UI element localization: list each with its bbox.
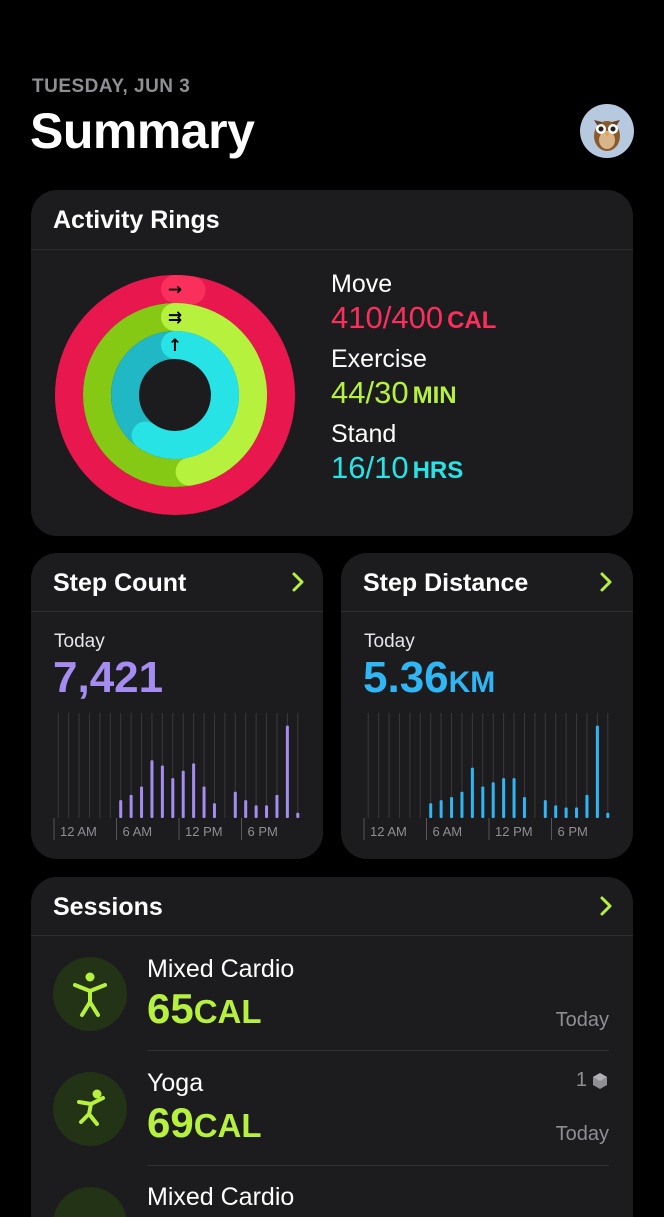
step-count-title: Step Count xyxy=(53,569,187,597)
stand-arrow-icon: ↑ xyxy=(168,336,182,356)
tick-label: 6 AM xyxy=(123,824,153,839)
exercise-label: Exercise xyxy=(331,345,427,373)
bar xyxy=(522,797,526,818)
session-badge: 1 xyxy=(576,1069,609,1092)
exercise-stat: Exercise 44/30 MIN xyxy=(331,345,457,411)
bar xyxy=(202,786,206,818)
bar xyxy=(171,778,175,818)
session-name: Yoga xyxy=(147,1069,204,1097)
step-distance-chart: 12 AM 6 AM 12 PM 6 PM xyxy=(363,713,610,840)
mixed-cardio-icon xyxy=(53,1187,127,1217)
step-distance-period: Today xyxy=(364,631,415,652)
session-name: Mixed Cardio xyxy=(147,955,295,983)
tick-label: 12 AM xyxy=(370,824,407,839)
exercise-arrow-icon: ⇉ xyxy=(168,308,182,328)
bar xyxy=(181,770,185,818)
divider xyxy=(31,611,323,612)
bar xyxy=(470,767,474,818)
bar xyxy=(140,786,144,818)
step-distance-title: Step Distance xyxy=(363,569,529,597)
bar xyxy=(192,763,196,818)
divider xyxy=(147,1050,609,1051)
session-calories: 65CAL xyxy=(147,985,262,1032)
owl-avatar-icon xyxy=(594,120,620,151)
divider xyxy=(147,1165,609,1166)
session-name: Mixed Cardio xyxy=(147,1183,295,1211)
bar xyxy=(119,800,123,818)
chevron-right-icon[interactable] xyxy=(287,571,309,593)
stand-stat: Stand 16/10 HRS xyxy=(331,420,463,486)
tick-label: 12 PM xyxy=(185,824,223,839)
move-arrow-icon: → xyxy=(168,280,182,300)
bar xyxy=(512,778,516,818)
chevron-right-icon[interactable] xyxy=(595,571,617,593)
step-count-value: 7,421 xyxy=(53,653,164,702)
divider xyxy=(31,935,633,936)
bar xyxy=(129,794,133,818)
exercise-value: 44/30 MIN xyxy=(331,375,457,410)
activity-rings-graphic: → ⇉ ↑ xyxy=(55,275,295,515)
bar xyxy=(296,812,300,818)
bar xyxy=(150,760,154,818)
bar xyxy=(275,794,279,818)
tick-label: 6 PM xyxy=(248,824,278,839)
bar xyxy=(543,800,547,818)
divider xyxy=(341,611,633,612)
bar xyxy=(254,805,258,818)
bar xyxy=(595,725,599,818)
activity-rings-card[interactable]: Activity Rings → ⇉ ↑ Move 410/400 CAL Exerc… xyxy=(31,190,633,536)
bar xyxy=(265,805,269,818)
tick-label: 6 AM xyxy=(433,824,463,839)
bar xyxy=(585,794,589,818)
activity-rings-title: Activity Rings xyxy=(53,206,220,234)
bar xyxy=(491,782,495,818)
bar xyxy=(450,797,454,818)
bar xyxy=(564,807,568,818)
session-date: Today xyxy=(555,1009,609,1031)
chevron-right-icon[interactable] xyxy=(595,895,617,917)
sessions-card[interactable]: Sessions Mixed Cardio 65CAL Today Yoga 6… xyxy=(31,877,633,1217)
divider xyxy=(31,249,633,250)
hexagon-badge-icon xyxy=(593,1072,607,1089)
step-count-chart: 12 AM 6 AM 12 PM 6 PM xyxy=(53,713,300,840)
yoga-icon xyxy=(53,1072,127,1146)
stand-value: 16/10 HRS xyxy=(331,450,464,485)
bar xyxy=(160,765,164,818)
tick-label: 12 AM xyxy=(60,824,97,839)
step-count-card[interactable]: Step Count Today 7,421 12 AM 6 AM 12 PM 6 P… xyxy=(31,553,323,859)
bar xyxy=(244,800,248,818)
avatar[interactable] xyxy=(580,104,634,158)
bar xyxy=(606,812,610,818)
bar xyxy=(439,800,443,818)
move-label: Move xyxy=(331,270,393,298)
bar xyxy=(554,805,558,818)
step-count-period: Today xyxy=(54,631,105,652)
step-distance-value: 5.36KM xyxy=(363,653,496,702)
mixed-cardio-icon xyxy=(53,957,127,1031)
bar xyxy=(502,778,506,818)
session-calories: 69CAL xyxy=(147,1099,262,1146)
bar xyxy=(481,786,485,818)
bar xyxy=(212,803,216,818)
stand-label: Stand xyxy=(331,420,397,448)
bar xyxy=(460,791,464,818)
step-distance-card[interactable]: Step Distance Today 5.36KM 12 AM 6 AM 12 P… xyxy=(341,553,633,859)
bar xyxy=(285,725,289,818)
tick-label: 12 PM xyxy=(495,824,533,839)
tick-label: 6 PM xyxy=(558,824,588,839)
page-title: Summary xyxy=(30,103,255,159)
move-stat: Move 410/400 CAL xyxy=(331,270,496,336)
move-value: 410/400 CAL xyxy=(331,300,497,335)
bar xyxy=(233,791,237,818)
date-label: TUESDAY, JUN 3 xyxy=(32,76,191,97)
session-date: Today xyxy=(555,1123,609,1145)
sessions-title: Sessions xyxy=(53,893,163,921)
bar xyxy=(575,807,579,818)
bar xyxy=(429,803,433,818)
